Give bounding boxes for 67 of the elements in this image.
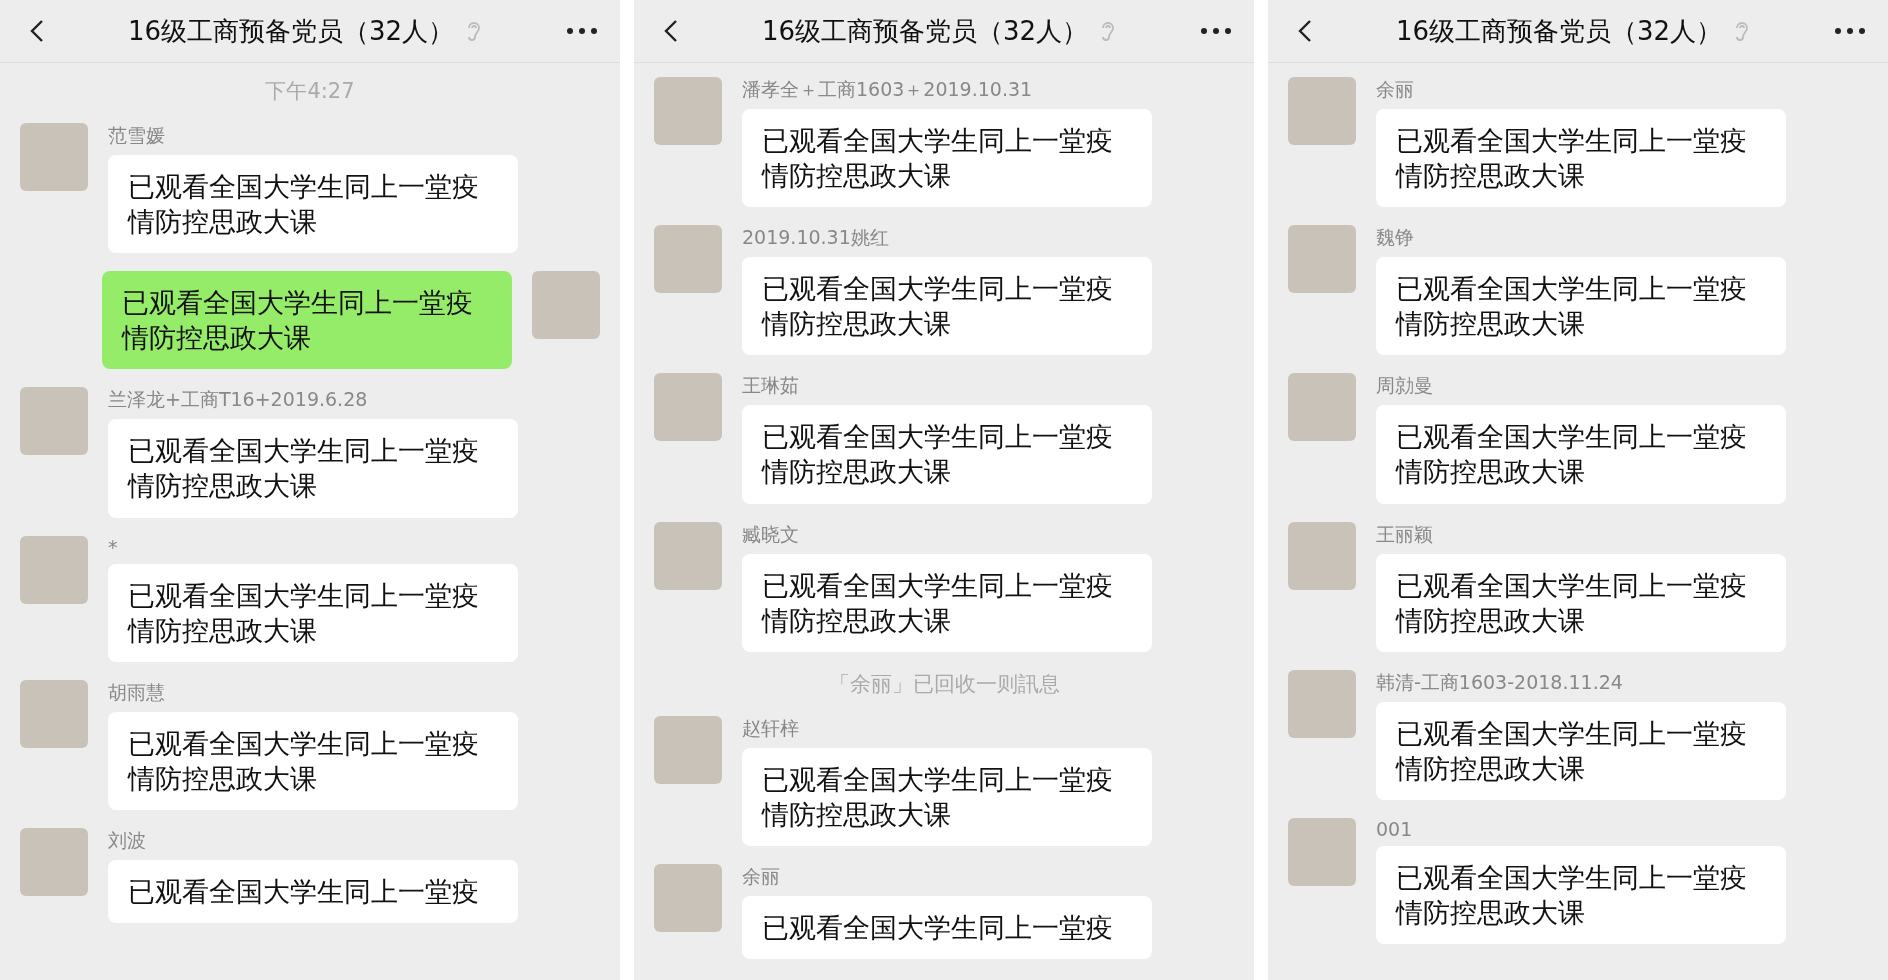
avatar-photo[interactable] — [20, 827, 88, 896]
sender-name: 余丽 — [742, 863, 780, 889]
more-icon[interactable] — [1200, 27, 1232, 35]
sender-name: 臧晓文 — [742, 521, 799, 547]
sender-name: 胡雨慧 — [108, 679, 165, 705]
sender-name: 刘波 — [108, 827, 146, 853]
sender-name: 魏铮 — [1376, 225, 1414, 251]
message-bubble: 已观看全国大学生同上一堂疫情防控思政大课 — [108, 563, 518, 662]
more-icon[interactable] — [1834, 27, 1866, 35]
avatar-photo[interactable] — [20, 535, 88, 604]
message-bubble: 已观看全国大学生同上一堂疫情防控思政大课 — [1376, 257, 1786, 356]
avatar-photo[interactable] — [1288, 77, 1356, 145]
message-bubble: 已观看全国大学生同上一堂疫情防控思政大课 — [742, 109, 1152, 208]
sender-name: 2019.10.31姚红 — [742, 225, 889, 251]
message-bubble: 已观看全国大学生同上一堂疫 — [742, 895, 1152, 960]
avatar-photo[interactable] — [654, 77, 722, 145]
chat-title: 16级工商预备党员（32人） — [127, 14, 455, 48]
avatar-photo[interactable] — [654, 521, 722, 590]
ear-icon — [466, 20, 483, 42]
sender-name: 潘孝全＋工商1603＋2019.10.31 — [742, 77, 1033, 102]
ear-icon — [1734, 20, 1751, 42]
message-bubble: 已观看全国大学生同上一堂疫情防控思政大课 — [742, 257, 1152, 356]
message-bubble: 已观看全国大学生同上一堂疫情防控思政大课 — [742, 553, 1152, 652]
timestamp: 下午4:27 — [265, 78, 355, 105]
avatar-photo[interactable] — [1288, 373, 1356, 442]
sender-name: 001 — [1376, 817, 1413, 840]
message-bubble: 已观看全国大学生同上一堂疫情防控思政大课 — [108, 711, 518, 810]
sender-name: 余丽 — [1376, 77, 1414, 102]
ear-icon — [1100, 20, 1117, 42]
avatar-photo[interactable] — [532, 271, 600, 340]
message-bubble: 已观看全国大学生同上一堂疫情防控思政大课 — [742, 747, 1152, 846]
sender-name: 王琳茹 — [742, 373, 799, 399]
avatar-photo[interactable] — [654, 715, 722, 784]
avatar-photo[interactable] — [654, 373, 722, 442]
message-bubble: 已观看全国大学生同上一堂疫情防控思政大课 — [1376, 553, 1786, 652]
message-bubble: 已观看全国大学生同上一堂疫 — [108, 859, 518, 924]
message-bubble: 已观看全国大学生同上一堂疫情防控思政大课 — [1376, 845, 1786, 945]
message-bubble: 已观看全国大学生同上一堂疫情防控思政大课 — [108, 419, 518, 518]
back-icon[interactable] — [30, 19, 44, 43]
sender-name: 赵轩梓 — [742, 715, 799, 741]
back-icon[interactable] — [1298, 19, 1312, 43]
sender-name: * — [108, 535, 118, 558]
avatar-photo[interactable] — [654, 863, 722, 932]
message-bubble: 已观看全国大学生同上一堂疫情防控思政大课 — [742, 405, 1152, 504]
message-bubble: 已观看全国大学生同上一堂疫情防控思政大课 — [1376, 405, 1786, 504]
avatar-photo[interactable] — [1288, 669, 1356, 738]
more-icon[interactable] — [566, 27, 598, 35]
avatar-photo[interactable] — [654, 225, 722, 294]
sender-name: 兰泽龙+工商T16+2019.6.28 — [108, 387, 368, 413]
sender-name: 韩清-工商1603-2018.11.24 — [1376, 669, 1623, 695]
system-notice: 「余丽」已回收一则訊息 — [828, 670, 1060, 698]
message-bubble: 已观看全国大学生同上一堂疫情防控思政大课 — [102, 271, 512, 370]
avatar-photo[interactable] — [1288, 817, 1356, 886]
message-bubble: 已观看全国大学生同上一堂疫情防控思政大课 — [1376, 701, 1786, 800]
sender-name: 周勍曼 — [1376, 373, 1433, 399]
avatar-photo[interactable] — [1288, 225, 1356, 294]
message-bubble: 已观看全国大学生同上一堂疫情防控思政大课 — [1376, 109, 1786, 208]
avatar-photo[interactable] — [1288, 521, 1356, 590]
back-icon[interactable] — [664, 19, 678, 43]
sender-name: 范雪媛 — [108, 123, 165, 148]
sender-name: 王丽颖 — [1376, 521, 1433, 547]
chat-title: 16级工商预备党员（32人） — [761, 14, 1089, 48]
avatar-photo[interactable] — [20, 123, 88, 191]
chat-title: 16级工商预备党员（32人） — [1395, 14, 1723, 48]
message-bubble: 已观看全国大学生同上一堂疫情防控思政大课 — [108, 155, 518, 254]
avatar-photo[interactable] — [20, 679, 88, 748]
avatar-photo[interactable] — [20, 387, 88, 456]
